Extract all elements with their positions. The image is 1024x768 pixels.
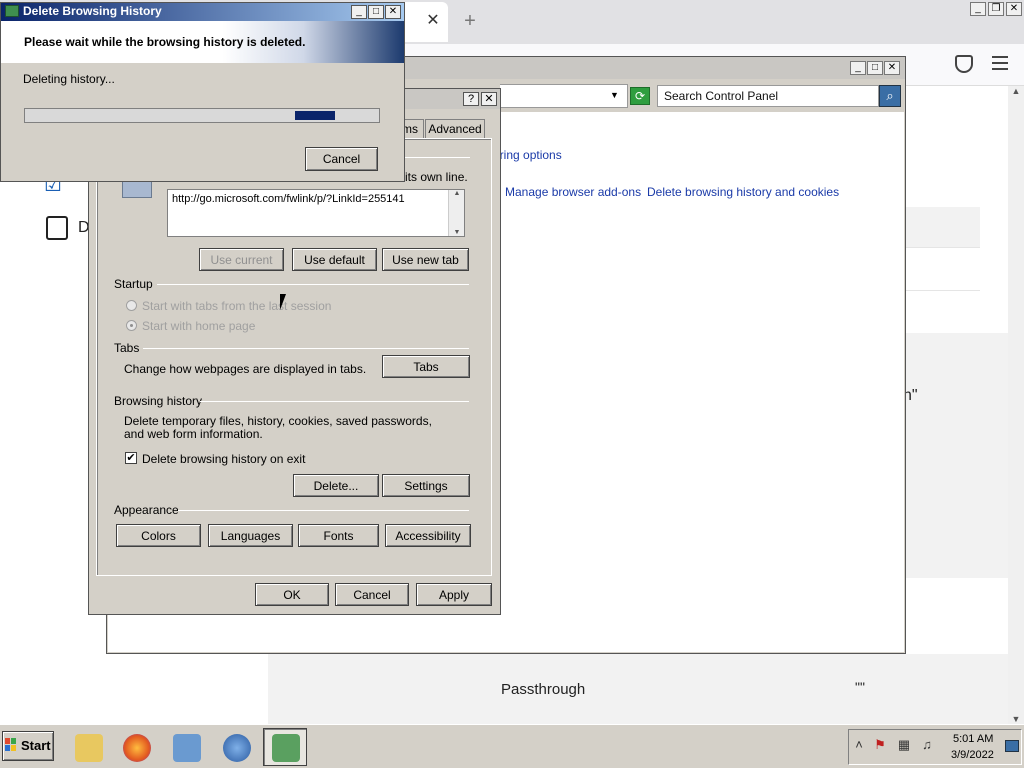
dbh-cancel-button[interactable]: Cancel bbox=[305, 147, 378, 171]
colors-button[interactable]: Colors bbox=[116, 524, 201, 547]
scroll-up-icon[interactable]: ▲ bbox=[449, 190, 465, 197]
startup-section-label: Startup bbox=[114, 277, 153, 291]
use-current-button[interactable]: Use current bbox=[199, 248, 284, 271]
tabs-settings-button[interactable]: Tabs bbox=[382, 355, 470, 378]
taskbar-control-panel[interactable] bbox=[164, 728, 208, 766]
delete-button[interactable]: Delete... bbox=[293, 474, 379, 497]
network-icon[interactable]: ▦ bbox=[897, 737, 911, 753]
radio-last-session[interactable] bbox=[126, 300, 137, 311]
taskbar-internet-options[interactable] bbox=[214, 728, 258, 766]
textarea-scrollbar[interactable]: ▲ ▼ bbox=[448, 190, 464, 236]
hamburger-menu-icon[interactable] bbox=[992, 56, 1008, 70]
radio-home-page[interactable] bbox=[126, 320, 137, 331]
fonts-button[interactable]: Fonts bbox=[298, 524, 379, 547]
cp-maximize-button[interactable]: □ bbox=[867, 61, 883, 75]
section-divider bbox=[157, 284, 469, 285]
taskbar-firefox[interactable] bbox=[114, 728, 158, 766]
refresh-icon[interactable]: ⟳ bbox=[630, 87, 650, 105]
ok-button[interactable]: OK bbox=[255, 583, 329, 606]
dbh-title: Delete Browsing History bbox=[23, 4, 162, 18]
section-divider bbox=[405, 157, 470, 158]
clock-date[interactable]: 3/9/2022 bbox=[951, 749, 994, 761]
cancel-button[interactable]: Cancel bbox=[335, 583, 409, 606]
scroll-up-icon[interactable]: ▲ bbox=[1008, 86, 1024, 96]
page-text: "" bbox=[855, 679, 865, 695]
dbh-maximize-button[interactable]: □ bbox=[368, 5, 384, 19]
search-icon[interactable]: ⌕ bbox=[879, 85, 901, 107]
section-divider bbox=[200, 401, 469, 402]
browser-close-button[interactable]: ✕ bbox=[1006, 2, 1022, 16]
appearance-section-label: Appearance bbox=[114, 503, 179, 517]
home-page-icon bbox=[122, 180, 152, 198]
use-default-button[interactable]: Use default bbox=[292, 248, 377, 271]
browser-restore-button[interactable]: ❐ bbox=[988, 2, 1004, 16]
deletion-progress-bar bbox=[24, 108, 380, 123]
taskbar-file-explorer[interactable] bbox=[66, 728, 110, 766]
page-scrollbar[interactable]: ▲ ▼ bbox=[1008, 86, 1024, 724]
address-bar[interactable] bbox=[500, 84, 628, 108]
control-panel-icon bbox=[173, 734, 201, 762]
page-band bbox=[905, 207, 980, 247]
pocket-icon[interactable] bbox=[955, 55, 973, 73]
apply-button[interactable]: Apply bbox=[416, 583, 492, 606]
show-hidden-icons-icon[interactable]: ˄ bbox=[852, 737, 866, 753]
dbh-heading: Please wait while the browsing history i… bbox=[24, 35, 306, 49]
volume-icon[interactable]: ♫ bbox=[920, 737, 934, 753]
homepage-instruction: its own line. bbox=[405, 170, 468, 184]
cp-minimize-button[interactable]: _ bbox=[850, 61, 866, 75]
internet-options-icon bbox=[223, 734, 251, 762]
radio-last-session-label: Start with tabs from the last session bbox=[142, 299, 332, 313]
radio-home-page-label: Start with home page bbox=[142, 319, 256, 333]
page-band bbox=[268, 654, 1008, 724]
tab-advanced[interactable]: Advanced bbox=[425, 119, 485, 139]
scroll-down-icon[interactable]: ▼ bbox=[449, 229, 465, 236]
passthrough-text: Passthrough bbox=[501, 681, 586, 698]
section-divider bbox=[143, 348, 469, 349]
tabs-description: Change how webpages are displayed in tab… bbox=[124, 362, 367, 376]
dbh-minimize-button[interactable]: _ bbox=[351, 5, 367, 19]
page-band bbox=[905, 247, 980, 291]
history-settings-button[interactable]: Settings bbox=[382, 474, 470, 497]
new-tab-button[interactable]: + bbox=[460, 10, 480, 32]
ie-options-icon bbox=[5, 5, 19, 17]
mouse-cursor-icon bbox=[280, 294, 292, 310]
manage-addons-link[interactable]: Manage browser add-ons bbox=[505, 185, 641, 199]
delete-on-exit-checkbox[interactable]: ✔ bbox=[125, 452, 137, 464]
use-new-tab-button[interactable]: Use new tab bbox=[382, 248, 469, 271]
dbh-status-text: Deleting history... bbox=[23, 72, 115, 86]
languages-button[interactable]: Languages bbox=[208, 524, 293, 547]
tab-close-button[interactable]: ✕ bbox=[426, 12, 440, 30]
page-band bbox=[905, 333, 1008, 578]
folder-icon bbox=[75, 734, 103, 762]
browsing-history-description: Delete temporary files, history, cookies… bbox=[124, 414, 432, 441]
delete-history-icon bbox=[272, 734, 300, 762]
progress-marquee-block bbox=[295, 111, 335, 120]
sharing-options-link[interactable]: aring options bbox=[493, 148, 562, 162]
clock-time[interactable]: 5:01 AM bbox=[953, 733, 993, 745]
taskbar-delete-history[interactable] bbox=[263, 728, 307, 766]
browsing-history-section-label: Browsing history bbox=[114, 394, 203, 408]
io-close-button[interactable]: ✕ bbox=[481, 92, 497, 106]
help-button[interactable]: ? bbox=[463, 92, 479, 106]
browser-minimize-button[interactable]: _ bbox=[970, 2, 986, 16]
action-center-icon[interactable]: ⚑ bbox=[873, 737, 887, 753]
cp-close-button[interactable]: ✕ bbox=[884, 61, 900, 75]
tabs-section-label: Tabs bbox=[114, 341, 140, 355]
accessibility-button[interactable]: Accessibility bbox=[385, 524, 471, 547]
delete-on-exit-label: Delete browsing history on exit bbox=[142, 452, 306, 466]
section-divider bbox=[178, 510, 469, 511]
show-desktop-icon[interactable] bbox=[1005, 740, 1019, 752]
dbh-close-button[interactable]: ✕ bbox=[385, 5, 401, 19]
address-dropdown-icon[interactable]: ▼ bbox=[610, 90, 619, 100]
clipboard-icon bbox=[46, 216, 68, 240]
search-control-panel-input[interactable]: Search Control Panel bbox=[657, 85, 879, 107]
scroll-down-icon[interactable]: ▼ bbox=[1008, 714, 1024, 724]
windows-logo-icon bbox=[5, 738, 16, 751]
firefox-icon bbox=[123, 734, 151, 762]
delete-history-link[interactable]: Delete browsing history and cookies bbox=[647, 185, 839, 199]
home-page-url-textarea[interactable]: http://go.microsoft.com/fwlink/p/?LinkId… bbox=[167, 189, 465, 237]
